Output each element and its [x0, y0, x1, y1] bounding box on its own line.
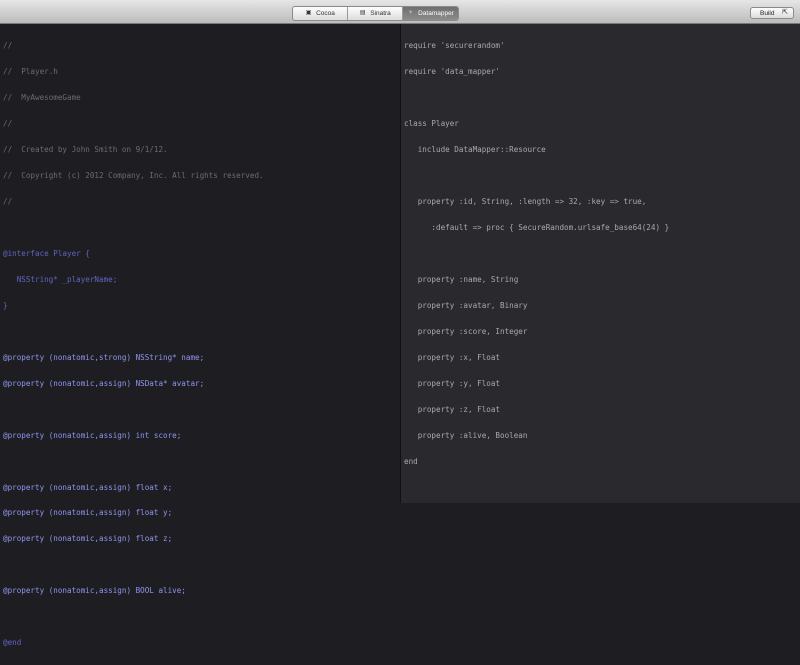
code-line: class Player — [404, 119, 459, 129]
project-icon: ♆ — [408, 10, 413, 16]
objc-code[interactable]: // // Player.h // MyAwesomeGame // // Cr… — [3, 25, 264, 665]
code-line: require 'securerandom' — [404, 41, 505, 51]
code-line: property :id, String, :length => 32, :ke… — [404, 197, 647, 207]
tab-sinatra[interactable]: ▤ Sinatra — [348, 7, 403, 20]
code-line: @property (nonatomic,assign) int score; — [3, 430, 182, 440]
code-line: NSString* _playerName; — [3, 274, 118, 284]
code-line: // — [3, 119, 13, 129]
export-icon: ⇱ — [782, 9, 788, 16]
code-line: property :avatar, Binary — [404, 300, 528, 310]
code-line: // MyAwesomeGame — [3, 93, 81, 103]
code-line: include DataMapper::Resource — [404, 145, 546, 155]
code-line: end — [404, 456, 418, 466]
tab-label: Sinatra — [370, 10, 391, 17]
right-editor-pane[interactable]: require 'securerandom' require 'data_map… — [400, 24, 800, 503]
code-line: property :score, Integer — [404, 326, 528, 336]
code-line: property :name, String — [404, 274, 519, 284]
tab-datamapper[interactable]: ♆ Datamapper — [403, 7, 458, 20]
project-icon: ▤ — [359, 10, 366, 16]
code-line: // — [3, 41, 13, 51]
code-line: @interface Player { — [3, 248, 90, 258]
code-line: @end — [3, 638, 22, 648]
code-line: @property (nonatomic,strong) NSString* n… — [3, 352, 205, 362]
project-tabs: ▣ Cocoa ▤ Sinatra ♆ Datamapper — [292, 6, 459, 21]
left-editor-pane[interactable]: // // Player.h // MyAwesomeGame // // Cr… — [0, 24, 400, 647]
code-line: // — [3, 197, 13, 207]
code-line: @property (nonatomic,assign) NSData* ava… — [3, 378, 205, 388]
window-toolbar: ▣ Cocoa ▤ Sinatra ♆ Datamapper Build ⇱ — [0, 0, 800, 24]
build-button[interactable]: Build ⇱ — [750, 7, 794, 19]
code-line: // Player.h — [3, 67, 58, 77]
code-line: property :z, Float — [404, 404, 501, 414]
code-line: // Copyright (c) 2012 Company, Inc. All … — [3, 171, 264, 181]
code-line: @property (nonatomic,assign) float x; — [3, 482, 173, 492]
tab-cocoa[interactable]: ▣ Cocoa — [293, 7, 348, 20]
code-line: property :alive, Boolean — [404, 430, 528, 440]
code-line: require 'data_mapper' — [404, 67, 501, 77]
code-line: property :y, Float — [404, 378, 501, 388]
ruby-code[interactable]: require 'securerandom' require 'data_map… — [404, 25, 669, 484]
tab-label: Cocoa — [316, 10, 335, 17]
code-line: @property (nonatomic,assign) float y; — [3, 508, 173, 518]
code-line: :default => proc { SecureRandom.urlsafe_… — [404, 222, 670, 232]
code-line: // Created by John Smith on 9/1/12. — [3, 145, 168, 155]
tab-label: Datamapper — [418, 10, 454, 17]
build-label: Build — [760, 9, 775, 17]
code-line: property :x, Float — [404, 352, 501, 362]
code-line: } — [3, 300, 8, 310]
code-line: @property (nonatomic,assign) BOOL alive; — [3, 586, 186, 596]
code-line: @property (nonatomic,assign) float z; — [3, 534, 173, 544]
project-icon: ▣ — [305, 10, 312, 16]
